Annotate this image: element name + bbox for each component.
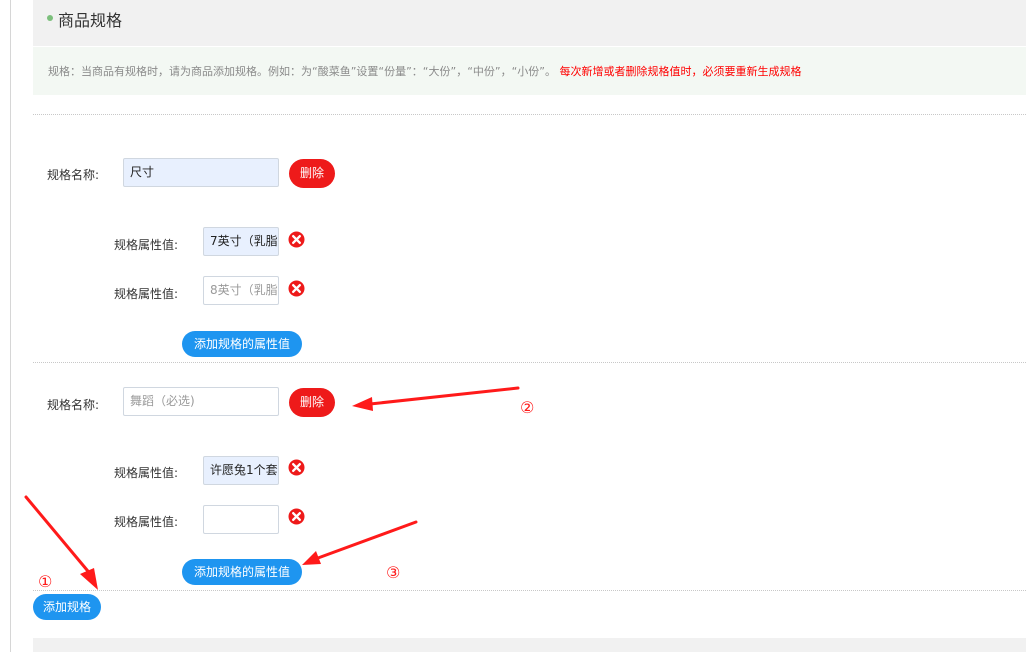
annotation-number-1: ① [38,572,53,591]
spec-name-label: 规格名称: [47,398,100,412]
divider [33,362,1026,363]
spec-attr-label: 规格属性值: [114,466,179,480]
divider [33,590,1026,591]
close-circle-icon[interactable] [288,508,305,525]
close-circle-icon[interactable] [288,280,305,297]
spec-name-label: 规格名称: [47,168,100,182]
hint-text: 规格：当商品有规格时，请为商品添加规格。例如：为“酸菜鱼”设置“份量”：“大份”… [48,63,801,79]
next-section-header [33,638,1026,652]
spec-attr-input[interactable]: 8英寸（乳脂 [203,276,279,305]
annotation-number-2: ② [520,398,535,417]
bullet-icon [47,15,53,21]
spec-name-input[interactable]: 舞蹈（必选) [123,387,279,416]
arrow-icon [24,495,98,590]
delete-spec-button[interactable]: 删除 [289,388,335,417]
spec-attr-input[interactable]: 7英寸（乳脂 [203,227,279,256]
spec-attr-input[interactable]: 许愿兔1个套 [203,456,279,485]
annotation-number-3: ③ [386,563,401,582]
spec-attr-label: 规格属性值: [114,238,179,252]
close-circle-icon[interactable] [288,459,305,476]
arrow-icon [352,386,520,411]
section-header: 商品规格 [33,0,1026,46]
section-title: 商品规格 [58,11,123,30]
delete-spec-button[interactable]: 删除 [289,159,335,188]
spec-attr-label: 规格属性值: [114,515,179,529]
add-spec-button[interactable]: 添加规格 [33,594,101,620]
divider [33,114,1026,115]
spec-attr-label: 规格属性值: [114,287,179,301]
arrow-icon [302,520,418,565]
hint-description: 规格：当商品有规格时，请为商品添加规格。例如：为“酸菜鱼”设置“份量”：“大份”… [48,65,556,78]
spec-attr-input[interactable] [203,505,279,534]
annotation-arrows [24,386,520,590]
add-attribute-button[interactable]: 添加规格的属性值 [182,331,302,357]
add-attribute-button[interactable]: 添加规格的属性值 [182,559,302,585]
spec-name-input[interactable]: 尺寸 [123,158,279,187]
hint-warning: 每次新增或者删除规格值时，必须要重新生成规格 [559,65,802,78]
hint-bar: 规格：当商品有规格时，请为商品添加规格。例如：为“酸菜鱼”设置“份量”：“大份”… [33,47,1026,95]
left-border [10,0,11,652]
close-circle-icon[interactable] [288,231,305,248]
